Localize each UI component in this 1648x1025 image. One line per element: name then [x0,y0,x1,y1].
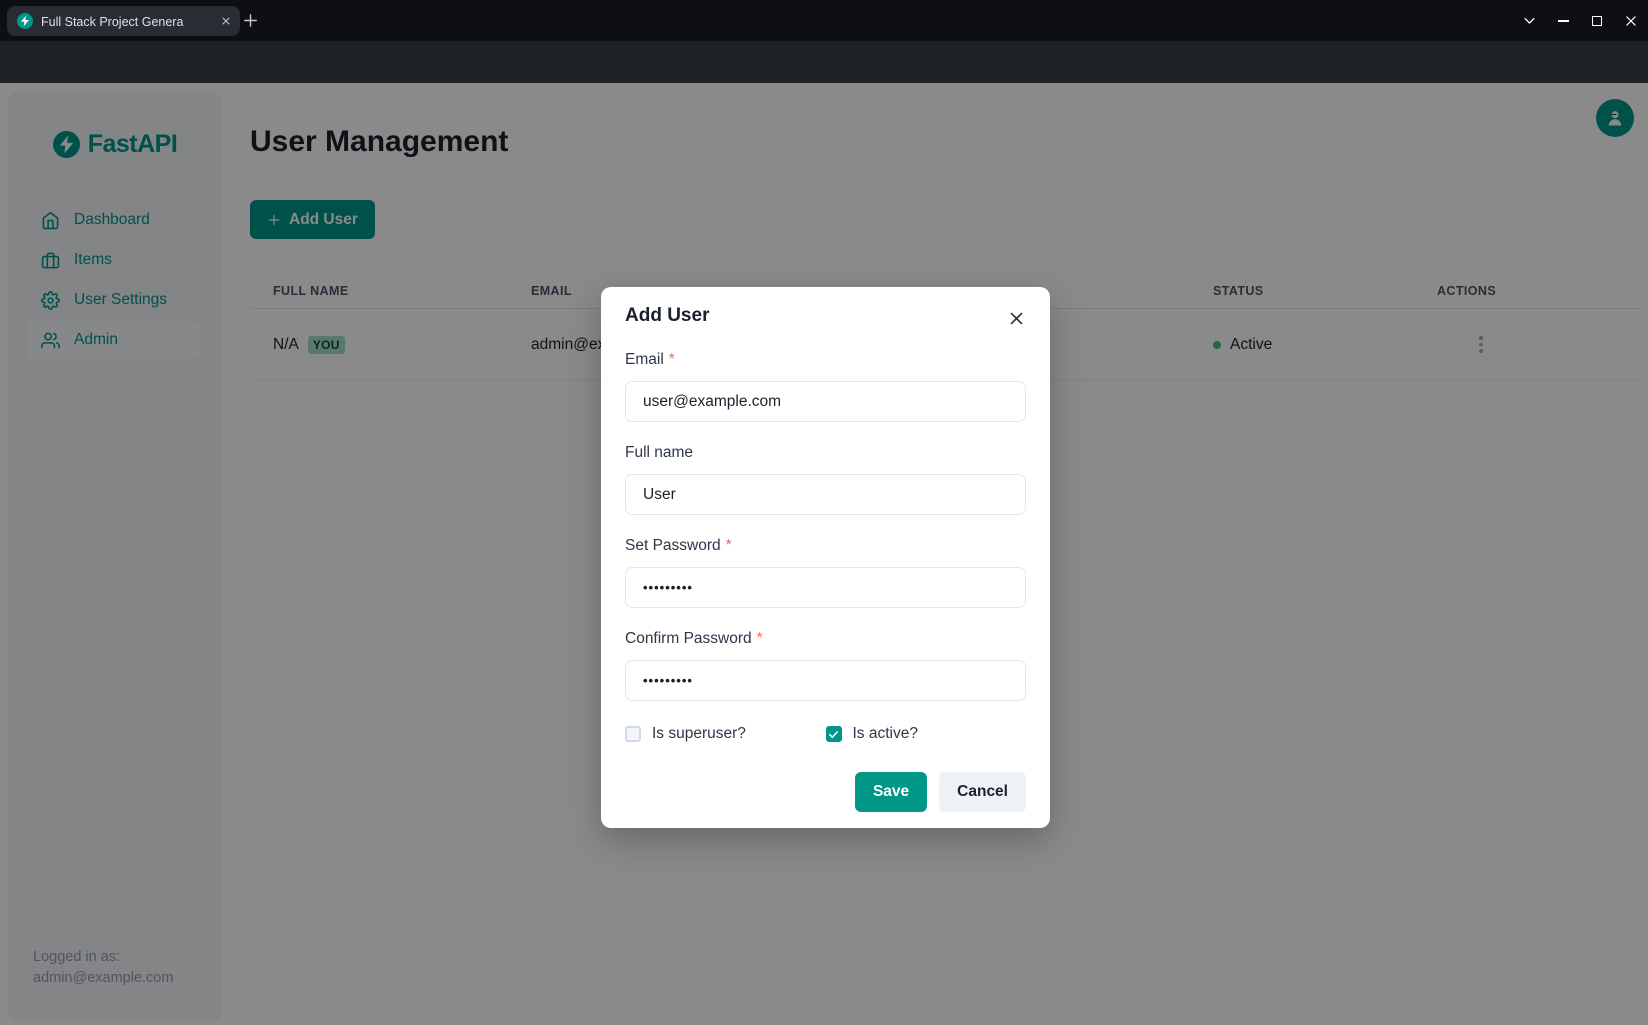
window-minimize-button[interactable] [1546,20,1580,22]
new-tab-button[interactable] [242,12,259,34]
close-icon [1008,310,1025,327]
email-field-group: Email * [625,349,1026,422]
set-password-label: Set Password [625,537,721,555]
browser-titlebar: Full Stack Project Genera [0,0,1648,41]
is-active-label: Is active? [853,725,918,743]
tab-close-icon[interactable] [220,15,232,27]
modal-title: Add User [625,303,1026,329]
browser-tab[interactable]: Full Stack Project Genera [7,6,240,36]
save-button[interactable]: Save [855,772,927,812]
is-superuser-checkbox-group[interactable]: Is superuser? [625,725,826,743]
is-superuser-label: Is superuser? [652,725,746,743]
set-password-input[interactable] [625,567,1026,608]
confirm-password-label: Confirm Password [625,630,752,648]
is-superuser-checkbox[interactable] [625,726,641,742]
required-asterisk: * [726,537,732,555]
checkbox-row: Is superuser? Is active? [625,725,1026,743]
confirm-password-input[interactable] [625,660,1026,701]
cancel-button[interactable]: Cancel [939,772,1026,812]
tab-title: Full Stack Project Genera [41,15,183,29]
window-maximize-button[interactable] [1580,16,1614,26]
required-asterisk: * [669,351,675,369]
browser-toolbar: i localhost/admin 1 [0,41,1648,83]
tab-search-chevron-icon[interactable] [1512,13,1546,28]
set-password-field-group: Set Password * [625,535,1026,608]
check-icon [828,729,839,740]
is-active-checkbox[interactable] [826,726,842,742]
add-user-modal: Add User Email * Full name Set Passw [601,287,1050,828]
full-name-input[interactable] [625,474,1026,515]
email-label: Email [625,351,664,369]
required-asterisk: * [757,630,763,648]
browser-window: Full Stack Project Genera [0,0,1648,1025]
is-active-checkbox-group[interactable]: Is active? [826,725,1027,743]
page-content: FastAPI Dashboard Items User Settings A [0,83,1648,1025]
email-input[interactable] [625,381,1026,422]
full-name-label: Full name [625,444,693,462]
full-name-field-group: Full name [625,442,1026,515]
confirm-password-field-group: Confirm Password * [625,628,1026,701]
modal-close-button[interactable] [1002,304,1030,332]
window-close-button[interactable] [1614,14,1648,28]
fastapi-favicon-icon [17,13,33,29]
